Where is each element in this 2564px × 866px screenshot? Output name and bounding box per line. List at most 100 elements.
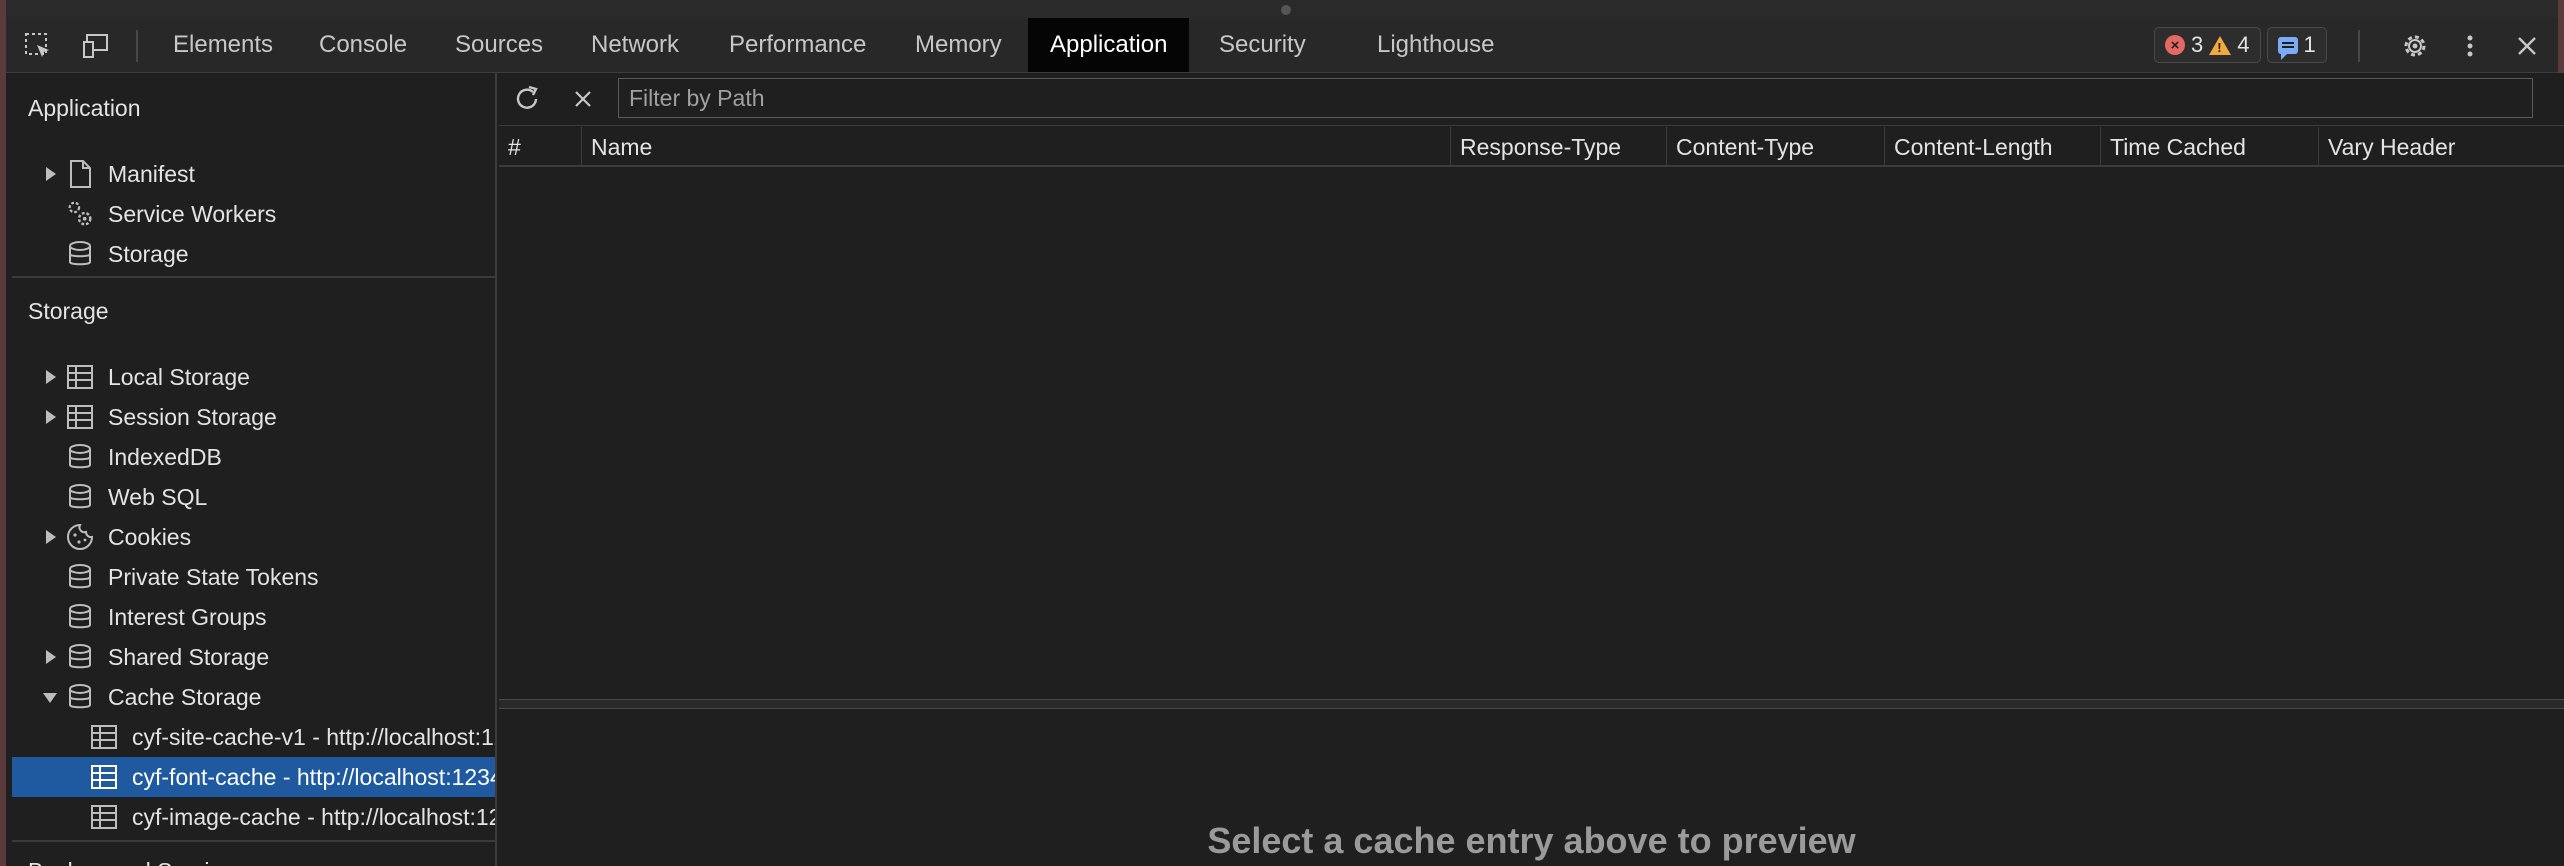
messages-counter[interactable]: 1: [2266, 27, 2327, 63]
sidebar-item-local-storage[interactable]: Local Storage: [12, 357, 495, 397]
section-title-background-services: Background Services: [28, 858, 245, 866]
section-title-storage: Storage: [28, 298, 109, 324]
sidebar-item-web-sql[interactable]: Web SQL: [12, 477, 495, 517]
sidebar-item-label: Cookies: [108, 523, 192, 550]
messages-count: 1: [2303, 32, 2316, 57]
tab-security[interactable]: Security: [1197, 18, 1328, 72]
warning-icon: !: [2209, 35, 2232, 55]
refresh-icon[interactable]: [511, 83, 543, 115]
sidebar-item-private-state-tokens[interactable]: Private State Tokens: [12, 557, 495, 597]
cache-toolbar: Filter by Path: [499, 73, 2564, 126]
column-header-content-length[interactable]: Content-Length: [1884, 127, 2100, 167]
table-icon: [89, 762, 119, 792]
toolbar-separator-right: [2358, 30, 2360, 62]
sidebar-item-storage-overview[interactable]: Storage: [12, 234, 495, 274]
expand-arrow-icon[interactable]: [46, 650, 56, 664]
errors-count: 3: [2191, 32, 2204, 57]
preview-placeholder: Select a cache entry above to preview: [1207, 820, 1856, 861]
cache-entry-label: cyf-image-cache - http://localhost:1234: [132, 803, 497, 830]
table-header: # Name Response-Type Content-Type Conten…: [499, 127, 2564, 167]
sidebar-item-label: Shared Storage: [108, 643, 270, 670]
devtools-toolbar: Elements Console Sources Network Perform…: [6, 18, 2558, 73]
sidebar-item-cache-storage[interactable]: Cache Storage: [12, 677, 495, 717]
database-icon: [65, 642, 95, 672]
database-icon: [65, 562, 95, 592]
sidebar-item-label: Storage: [108, 240, 189, 267]
window-top-strip: [6, 0, 2558, 18]
sidebar: Application Manifest Service Workers Sto…: [12, 73, 497, 866]
error-icon: ×: [2165, 35, 2185, 55]
sidebar-item-manifest[interactable]: Manifest: [12, 154, 495, 194]
sidebar-item-session-storage[interactable]: Session Storage: [12, 397, 495, 437]
resize-grip[interactable]: [1281, 5, 1291, 15]
sidebar-item-label: Private State Tokens: [108, 563, 319, 590]
sidebar-item-label: Web SQL: [108, 483, 208, 510]
sidebar-item-label: Interest Groups: [108, 603, 267, 630]
message-icon: [2277, 36, 2298, 60]
expand-arrow-icon[interactable]: [46, 410, 56, 424]
section-divider: [12, 840, 495, 842]
expand-arrow-icon[interactable]: [46, 167, 56, 181]
warnings-count: 4: [2237, 32, 2250, 57]
column-header-response-type[interactable]: Response-Type: [1450, 127, 1666, 167]
cache-storage-view: Filter by Path # Name Response-Type Cont…: [499, 73, 2564, 866]
sidebar-item-label: Session Storage: [108, 403, 277, 430]
database-icon: [65, 239, 95, 269]
sidebar-item-interest-groups[interactable]: Interest Groups: [12, 597, 495, 637]
settings-gear-icon[interactable]: [2399, 30, 2431, 62]
devtools-window: Elements Console Sources Network Perform…: [0, 0, 2564, 866]
close-icon[interactable]: [2511, 30, 2543, 62]
column-header-content-type[interactable]: Content-Type: [1666, 127, 1884, 167]
cookie-icon: [65, 522, 95, 552]
tab-console[interactable]: Console: [297, 18, 429, 72]
filter-by-path-input[interactable]: Filter by Path: [618, 78, 2533, 118]
sidebar-item-label: Cache Storage: [108, 683, 262, 710]
database-icon: [65, 482, 95, 512]
tab-elements[interactable]: Elements: [151, 18, 295, 72]
column-header-index[interactable]: #: [499, 127, 581, 167]
sidebar-item-service-workers[interactable]: Service Workers: [12, 194, 495, 234]
document-icon: [65, 159, 95, 189]
table-icon: [65, 362, 95, 392]
cache-entry-label: cyf-site-cache-v1 - http://localhost:123…: [132, 723, 497, 750]
table-icon: [65, 402, 95, 432]
tab-network[interactable]: Network: [569, 18, 701, 72]
section-divider: [12, 276, 495, 278]
column-header-name[interactable]: Name: [581, 127, 1450, 167]
sidebar-item-label: Local Storage: [108, 363, 250, 390]
sidebar-item-label: IndexedDB: [108, 443, 222, 470]
preview-pane: Select a cache entry above to preview: [499, 710, 2564, 866]
toolbar-separator: [136, 30, 138, 62]
more-options-icon[interactable]: [2454, 30, 2486, 62]
expand-arrow-icon[interactable]: [46, 370, 56, 384]
column-header-vary-header[interactable]: Vary Header: [2318, 127, 2564, 167]
device-toolbar-icon[interactable]: [80, 30, 112, 62]
table-icon: [89, 802, 119, 832]
sidebar-item-shared-storage[interactable]: Shared Storage: [12, 637, 495, 677]
cache-entry-label: cyf-font-cache - http://localhost:1234: [132, 763, 497, 790]
errors-warnings-counter[interactable]: × 3 ! 4: [2154, 27, 2261, 63]
tab-memory[interactable]: Memory: [893, 18, 1024, 72]
collapse-arrow-icon[interactable]: [43, 693, 57, 703]
clear-filter-icon[interactable]: [567, 83, 599, 115]
column-header-time-cached[interactable]: Time Cached: [2100, 127, 2318, 167]
tab-sources[interactable]: Sources: [433, 18, 565, 72]
expand-arrow-icon[interactable]: [46, 530, 56, 544]
issue-badges: × 3 ! 4 1: [2154, 27, 2327, 63]
inspect-element-icon[interactable]: [22, 30, 54, 62]
tab-lighthouse[interactable]: Lighthouse: [1355, 18, 1516, 72]
sidebar-item-label: Service Workers: [108, 200, 277, 227]
cache-entry-image-cache[interactable]: cyf-image-cache - http://localhost:1234: [12, 797, 495, 837]
database-icon: [65, 682, 95, 712]
cache-entry-site-cache[interactable]: cyf-site-cache-v1 - http://localhost:123…: [12, 717, 495, 757]
tab-performance[interactable]: Performance: [707, 18, 888, 72]
sidebar-item-cookies[interactable]: Cookies: [12, 517, 495, 557]
tab-application[interactable]: Application: [1028, 18, 1190, 72]
table-icon: [89, 722, 119, 752]
pane-splitter[interactable]: [499, 699, 2564, 709]
sidebar-item-label: Manifest: [108, 160, 195, 187]
cache-entry-font-cache[interactable]: cyf-font-cache - http://localhost:1234: [12, 757, 495, 797]
section-title-application: Application: [28, 95, 141, 121]
gears-icon: [65, 199, 95, 229]
sidebar-item-indexeddb[interactable]: IndexedDB: [12, 437, 495, 477]
